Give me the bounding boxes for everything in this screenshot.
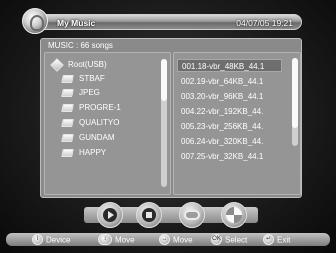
file-item[interactable]: 004.22-vbr_192KB_44.	[177, 105, 282, 118]
info-key-icon: i	[32, 234, 43, 246]
help-device[interactable]: i Device	[32, 234, 71, 246]
repeat-icon	[184, 210, 200, 220]
file-item-selected[interactable]: 001.18-vbr_48KB_44.1	[177, 59, 282, 72]
ok-key-icon: OK	[211, 234, 222, 246]
exit-key-icon: ↵	[263, 234, 274, 246]
folder-icon	[61, 118, 74, 127]
stop-button[interactable]	[136, 202, 162, 228]
folder-label: JPEG	[79, 88, 100, 97]
song-count-header: MUSIC : 66 songs	[48, 41, 113, 50]
folder-scrollbar[interactable]	[161, 59, 167, 187]
help-exit-label: Exit	[277, 235, 291, 245]
equalizer-icon	[226, 207, 242, 223]
folder-icon	[61, 103, 74, 112]
help-move-updown[interactable]: ↕ Move	[98, 234, 135, 246]
folder-item-qualityo[interactable]: QUALITYO	[61, 116, 174, 129]
file-scrollbar-thumb[interactable]	[292, 58, 298, 128]
folder-label: HAPPY	[79, 148, 107, 157]
folder-label: Root(USB)	[68, 60, 107, 69]
help-select[interactable]: OK Select	[211, 234, 248, 246]
folder-item-gundam[interactable]: GUNDAM	[61, 131, 174, 144]
help-select-label: Select	[225, 235, 248, 245]
date-time: 04/07/05 19:21	[236, 18, 293, 28]
title-bar: My Music 04/07/05 19:21	[34, 14, 302, 30]
help-move-leftright-label: Move	[173, 235, 193, 245]
left-right-key-icon: ↔	[159, 234, 170, 246]
file-item[interactable]: 006.24-vbr_320KB_44.	[177, 135, 282, 148]
file-item[interactable]: 002.19-vbr_64KB_44.1	[177, 75, 282, 88]
screen: My Music 04/07/05 19:21 MUSIC : 66 songs…	[0, 0, 336, 253]
folder-icon	[61, 88, 74, 97]
folder-label: STBAF	[79, 74, 105, 83]
equalizer-button[interactable]	[221, 202, 247, 228]
folder-label: QUALITYO	[79, 118, 120, 127]
folder-label: PROGRE-1	[79, 103, 121, 112]
up-down-key-icon: ↕	[98, 234, 112, 246]
usb-root-icon	[50, 58, 64, 72]
help-move-leftright[interactable]: ↔ Move	[159, 234, 193, 246]
stop-icon	[146, 212, 152, 218]
help-device-label: Device	[46, 235, 71, 245]
folder-scrollbar-thumb[interactable]	[161, 59, 167, 101]
stop-button-face	[142, 208, 156, 222]
file-item[interactable]: 005.23-vbr_256KB_44.	[177, 120, 282, 133]
folder-icon	[61, 148, 74, 157]
folder-label: GUNDAM	[79, 133, 115, 142]
folder-item-stbaf[interactable]: STBAF	[61, 72, 174, 85]
folder-item-progre-1[interactable]: PROGRE-1	[61, 101, 174, 114]
play-button-face	[103, 208, 117, 222]
repeat-button[interactable]	[179, 202, 205, 228]
folder-item-root-usb[interactable]: Root(USB)	[50, 58, 163, 72]
file-item[interactable]: 007.25-vbr_32KB_44.1	[177, 150, 282, 163]
play-button[interactable]	[97, 202, 123, 228]
play-icon	[108, 211, 114, 219]
file-scrollbar[interactable]	[292, 58, 298, 146]
help-move-updown-label: Move	[115, 235, 135, 245]
app-title: My Music	[57, 18, 96, 28]
folder-item-happy[interactable]: HAPPY	[61, 146, 174, 159]
music-app-logo-icon	[22, 8, 48, 34]
help-exit[interactable]: ↵ Exit	[263, 234, 291, 246]
folder-item-jpeg[interactable]: JPEG	[61, 86, 174, 99]
file-item[interactable]: 003.20-vbr_96KB_44.1	[177, 90, 282, 103]
folder-icon	[61, 74, 74, 83]
folder-icon	[61, 133, 74, 142]
